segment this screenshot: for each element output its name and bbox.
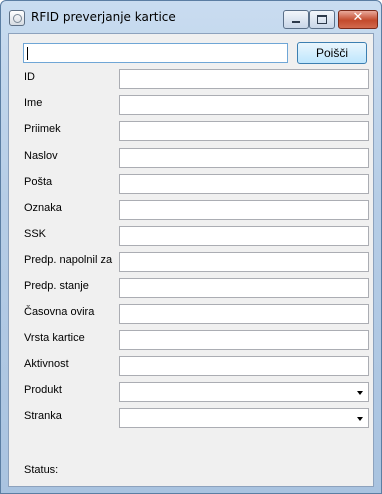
- field-oznaka[interactable]: [119, 200, 369, 220]
- field-label-vrsta-kartice: Vrsta kartice: [24, 332, 85, 344]
- field-label-ssk: SSK: [24, 228, 47, 240]
- field-label-naslov: Naslov: [24, 150, 58, 162]
- field-aktivnost[interactable]: [119, 356, 369, 376]
- window-title: RFID preverjanje kartice: [31, 10, 176, 24]
- status-label: Status:: [24, 464, 59, 476]
- close-icon: ✕: [352, 10, 364, 25]
- field-label-casovna-ovira: Časovna ovira: [24, 306, 95, 318]
- field-predp-napolnil[interactable]: [119, 252, 369, 272]
- field-label-aktivnost: Aktivnost: [24, 358, 69, 370]
- dropdown-produkt[interactable]: [119, 382, 369, 402]
- dropdown-label-stranka: Stranka: [24, 410, 62, 422]
- field-ssk[interactable]: [119, 226, 369, 246]
- search-input[interactable]: [23, 43, 288, 63]
- text-caret: [27, 47, 28, 60]
- minimize-icon: [292, 21, 300, 23]
- field-label-predp-stanje: Predp. stanje: [24, 280, 89, 292]
- field-predp-stanje[interactable]: [119, 278, 369, 298]
- field-ime[interactable]: [119, 95, 369, 115]
- field-label-id: ID: [24, 71, 35, 83]
- field-label-posta: Pošta: [24, 176, 53, 188]
- field-id[interactable]: [119, 69, 369, 89]
- maximize-icon: [317, 15, 327, 24]
- minimize-button[interactable]: [283, 10, 309, 29]
- maximize-button[interactable]: [309, 10, 335, 29]
- form-panel: Poišči ID Ime Priimek Naslov Pošta Oznak…: [8, 33, 374, 487]
- field-posta[interactable]: [119, 174, 369, 194]
- chevron-down-icon: [357, 391, 363, 395]
- field-vrsta-kartice[interactable]: [119, 330, 369, 350]
- close-button[interactable]: ✕: [338, 10, 378, 29]
- field-label-ime: Ime: [24, 97, 43, 109]
- field-label-oznaka: Oznaka: [24, 202, 62, 214]
- field-naslov[interactable]: [119, 148, 369, 168]
- field-casovna-ovira[interactable]: [119, 304, 369, 324]
- app-window: RFID preverjanje kartice ✕ Poišči ID Ime…: [0, 0, 382, 494]
- dropdown-stranka[interactable]: [119, 408, 369, 428]
- search-button[interactable]: Poišči: [297, 42, 367, 64]
- field-label-predp-napolnil: Predp. napolnil za: [24, 254, 113, 266]
- field-label-priimek: Priimek: [24, 123, 61, 135]
- chevron-down-icon: [357, 417, 363, 421]
- app-icon: [9, 10, 25, 26]
- title-bar[interactable]: RFID preverjanje kartice ✕: [1, 1, 381, 33]
- dropdown-label-produkt: Produkt: [24, 384, 62, 396]
- field-priimek[interactable]: [119, 121, 369, 141]
